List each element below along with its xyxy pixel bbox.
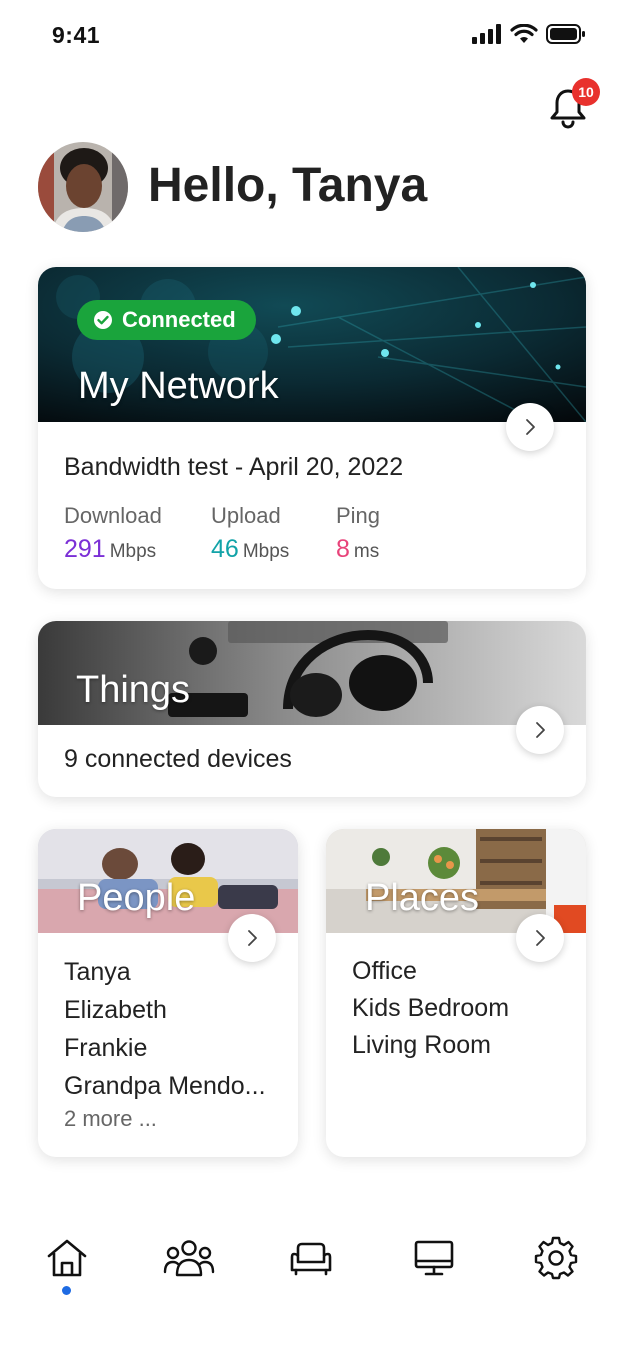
notification-badge: 10 <box>572 78 600 106</box>
avatar[interactable] <box>38 142 128 232</box>
download-unit: Mbps <box>109 541 157 562</box>
upload-value-row: 46 Mbps <box>211 535 289 564</box>
list-item: Office <box>352 957 417 985</box>
people-list: Tanya Elizabeth Frankie Grandpa Mendo... <box>64 953 266 1105</box>
network-card-title: My Network <box>78 365 279 407</box>
connection-status-label: Connected <box>122 307 236 332</box>
chevron-right-icon <box>536 722 545 738</box>
upload-value: 46 <box>211 535 239 563</box>
tab-devices[interactable] <box>404 1228 464 1288</box>
user-avatar-image <box>38 142 128 232</box>
connected-devices-count: 9 connected devices <box>64 745 292 773</box>
cellular-signal-icon <box>472 24 501 44</box>
places-card[interactable]: Places Office Kids Bedroom Living Room <box>326 829 586 1157</box>
status-icons <box>472 24 586 44</box>
tab-settings[interactable] <box>526 1228 586 1288</box>
upload-label: Upload <box>211 503 281 528</box>
network-open-button[interactable] <box>506 403 554 451</box>
chevron-right-icon <box>536 930 545 946</box>
list-item: Living Room <box>352 1031 491 1059</box>
chevron-right-icon <box>248 930 257 946</box>
tab-people[interactable] <box>159 1228 219 1288</box>
download-value-row: 291 Mbps <box>64 535 162 564</box>
network-card[interactable]: Connected My Network Bandwidth test - Ap… <box>38 267 586 589</box>
places-open-button[interactable] <box>516 914 564 962</box>
list-item: Kids Bedroom <box>352 994 510 1022</box>
ping-value: 8 <box>336 535 350 563</box>
download-metric: Download 291 Mbps <box>64 503 162 564</box>
things-card-title: Things <box>76 669 191 711</box>
people-icon <box>163 1240 215 1277</box>
things-card[interactable]: Things 9 connected devices <box>38 621 586 797</box>
bandwidth-test-title: Bandwidth test - April 20, 2022 <box>64 453 404 481</box>
wifi-icon <box>510 24 538 43</box>
people-more-label: 2 more ... <box>64 1106 157 1131</box>
status-time: 9:41 <box>52 22 101 48</box>
chevron-right-icon <box>526 419 535 435</box>
monitor-icon <box>414 1240 454 1276</box>
people-card[interactable]: People Tanya Elizabeth Frankie Grandpa M… <box>38 829 298 1157</box>
status-bar: 9:41 <box>0 0 624 72</box>
download-value: 291 <box>64 535 106 563</box>
check-circle-icon <box>94 311 112 329</box>
ping-metric: Ping 8 ms <box>336 503 380 564</box>
sofa-icon <box>290 1242 332 1276</box>
list-item: Grandpa Mendo... <box>64 1072 266 1100</box>
home-icon <box>47 1239 87 1277</box>
places-card-title: Places <box>365 877 480 919</box>
connection-status-badge: Connected <box>77 300 256 340</box>
tab-places[interactable] <box>281 1228 341 1288</box>
download-label: Download <box>64 503 162 528</box>
upload-metric: Upload 46 Mbps <box>211 503 289 564</box>
upload-unit: Mbps <box>242 541 290 562</box>
ping-label: Ping <box>336 503 381 528</box>
people-card-title: People <box>77 877 196 919</box>
list-item: Frankie <box>64 1034 148 1062</box>
gear-icon <box>534 1236 578 1280</box>
tab-home[interactable] <box>37 1228 97 1288</box>
battery-icon <box>546 24 585 44</box>
places-list: Office Kids Bedroom Living Room <box>352 953 509 1064</box>
list-item: Elizabeth <box>64 996 167 1024</box>
ping-unit: ms <box>353 541 380 562</box>
tab-bar <box>0 1228 624 1298</box>
greeting-title: Hello, Tanya <box>148 159 428 212</box>
list-item: Tanya <box>64 958 131 986</box>
ping-value-row: 8 ms <box>336 535 380 564</box>
things-open-button[interactable] <box>516 706 564 754</box>
active-tab-indicator <box>62 1286 71 1295</box>
